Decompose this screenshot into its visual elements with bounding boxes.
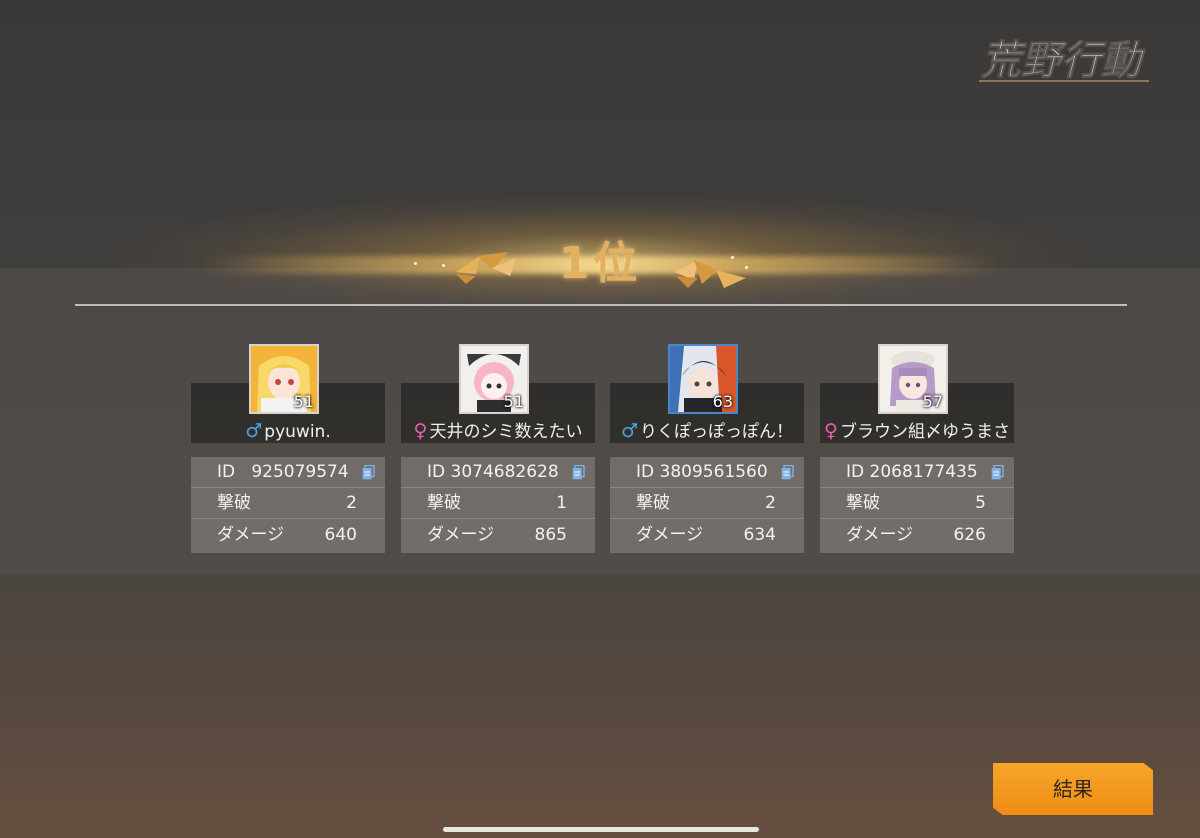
player-name-text: pyuwin. [264,422,331,442]
player-card: 51 ♂ pyuwin. ID 925079574 撃破 2 ダメージ 640 [191,340,385,554]
result-button[interactable]: 結果 [993,763,1153,815]
player-name[interactable]: ♂ りくぽっぽっぽん！ [610,420,804,443]
male-icon: ♂ [245,420,263,442]
kills-value: 1 [556,493,567,513]
svg-text:荒野行動: 荒野行動 [981,38,1146,84]
female-icon: ♀ [413,420,428,442]
player-stats: ID 2068177435 撃破 5 ダメージ 626 [820,457,1014,553]
player-name[interactable]: ♂ pyuwin. [191,420,385,443]
player-card: 57 ♀ ブラウン組〆ゆうまさ ID 2068177435 撃破 5 ダメージ 6… [820,340,1014,554]
kills-row: 撃破 1 [401,488,595,519]
kills-label: 撃破 [846,493,880,513]
purple-hair-girl-avatar-icon[interactable]: 57 [878,344,948,414]
kills-label: 撃破 [217,493,251,513]
kills-row: 撃破 5 [820,488,1014,519]
player-name[interactable]: ♀ ブラウン組〆ゆうまさ [820,420,1014,443]
kills-row: 撃破 2 [610,488,804,519]
player-id: ID 3809561560 [636,462,768,482]
kills-label: 撃破 [636,493,670,513]
pink-hair-girl-avatar-icon[interactable]: 51 [459,344,529,414]
sparkle [414,262,417,265]
kills-value: 5 [975,493,986,513]
kills-value: 2 [346,493,357,513]
player-name[interactable]: ♀ 天井のシミ数えたい [401,420,595,443]
player-id-row: ID 3074682628 [401,457,595,488]
damage-label: ダメージ [636,525,704,545]
copy-icon[interactable] [991,465,1004,480]
damage-label: ダメージ [427,525,495,545]
damage-value: 626 [953,525,986,545]
player-id: ID 3074682628 [427,462,559,482]
sparkle [442,264,445,267]
damage-row: ダメージ 626 [820,520,1014,550]
kills-label: 撃破 [427,493,461,513]
copy-icon[interactable] [572,465,585,480]
player-id-row: ID 2068177435 [820,457,1014,488]
copy-icon[interactable] [781,465,794,480]
player-name-text: りくぽっぽっぽん！ [640,422,794,442]
player-stats: ID 3074682628 撃破 1 ダメージ 865 [401,457,595,553]
player-id-row: ID 3809561560 [610,457,804,488]
player-card: 63 ♂ りくぽっぽっぽん！ ID 3809561560 撃破 2 ダメージ 63… [610,340,804,554]
player-level: 51 [293,392,314,411]
kills-value: 2 [765,493,776,513]
female-icon: ♀ [824,420,838,442]
player-card: 51 ♀ 天井のシミ数えたい ID 3074682628 撃破 1 ダメージ 86… [401,340,595,554]
player-id: ID 2068177435 [846,462,978,482]
rank-decoration-right-icon [674,260,746,288]
player-stats: ID 3809561560 撃破 2 ダメージ 634 [610,457,804,553]
player-name-text: ブラウン組〆ゆうまさ [839,422,1010,442]
damage-row: ダメージ 634 [610,520,804,550]
divider [75,304,1127,306]
damage-value: 865 [534,525,567,545]
damage-row: ダメージ 640 [191,520,385,550]
player-id: ID 925079574 [217,462,349,482]
player-stats: ID 925079574 撃破 2 ダメージ 640 [191,457,385,553]
player-level: 63 [712,392,733,411]
copy-icon[interactable] [362,465,375,480]
damage-value: 640 [324,525,357,545]
player-name-text: 天井のシミ数えたい [429,422,583,442]
damage-row: ダメージ 865 [401,520,595,550]
game-logo: 荒野行動 [979,38,1149,85]
kills-row: 撃破 2 [191,488,385,519]
rank-decoration-left-icon [456,252,516,284]
male-icon: ♂ [620,420,639,442]
dark-hair-boy-avatar-icon[interactable]: 63 [668,344,738,414]
rank-title: 1位 [558,238,642,289]
blonde-girl-avatar-icon[interactable]: 51 [249,344,319,414]
home-indicator[interactable] [443,827,759,832]
damage-label: ダメージ [217,525,285,545]
player-level: 51 [503,392,524,411]
player-level: 57 [922,392,943,411]
damage-label: ダメージ [846,525,914,545]
player-id-row: ID 925079574 [191,457,385,488]
damage-value: 634 [743,525,776,545]
